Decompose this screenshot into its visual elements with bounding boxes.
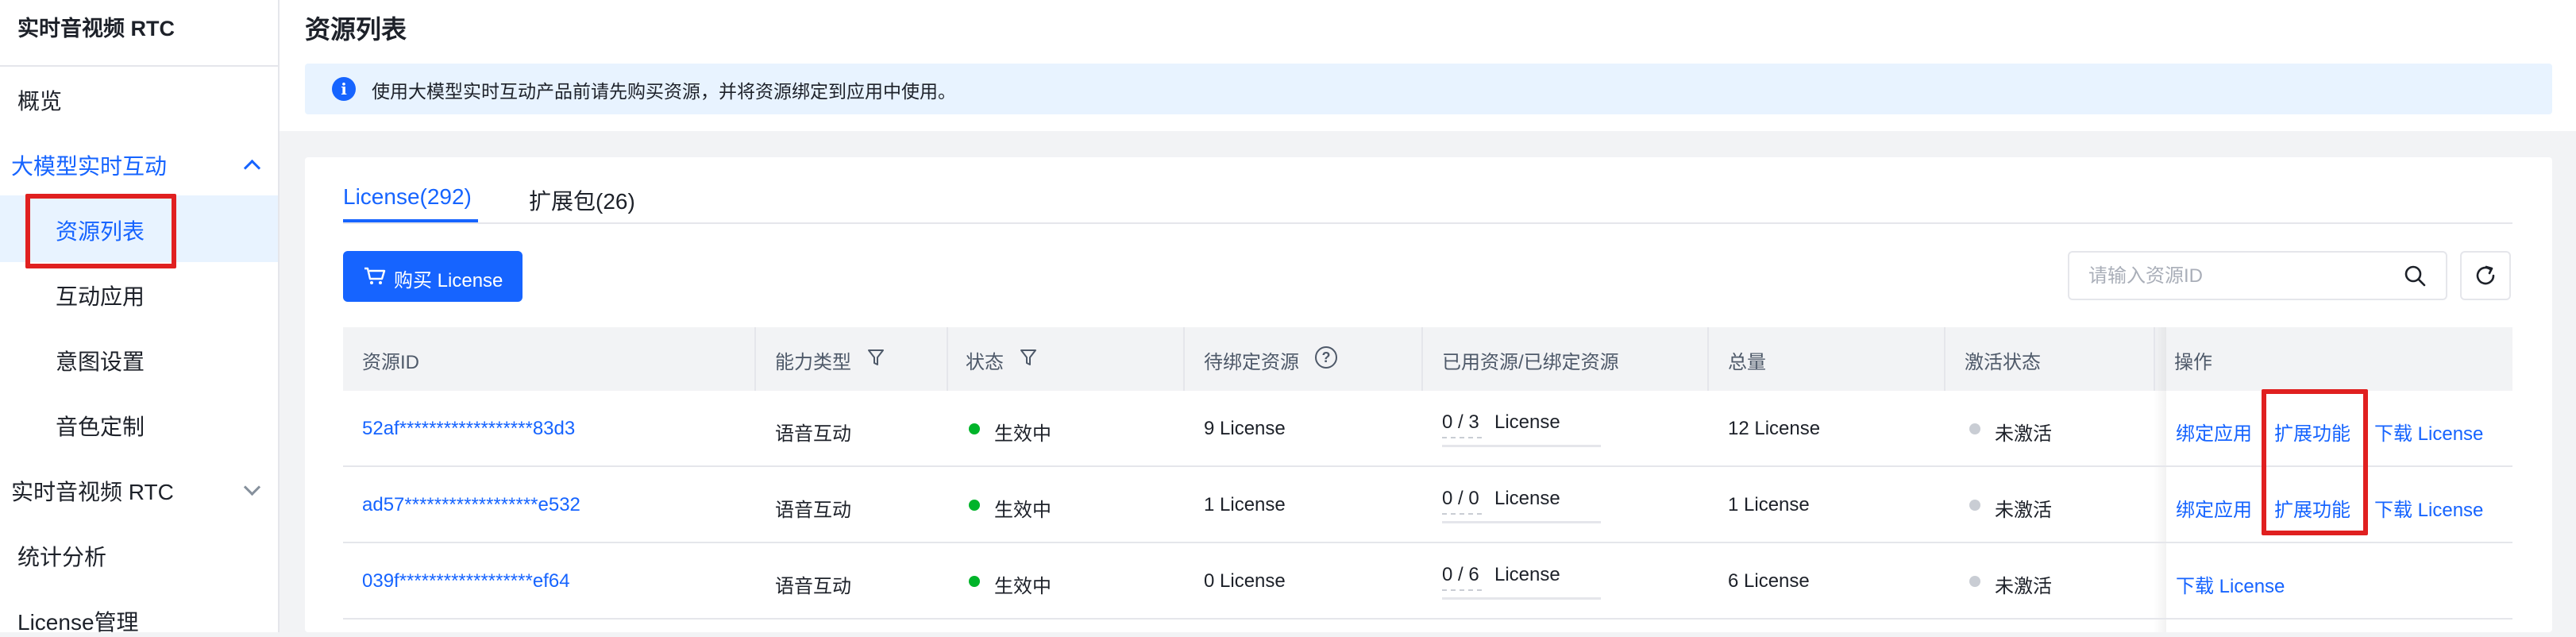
resource-card (305, 157, 2552, 632)
tab-active-indicator (343, 219, 478, 222)
sidebar-item-license-management[interactable]: License管理 (17, 605, 139, 637)
highlight-box-extend-feature (2262, 389, 2368, 535)
alert-text: 使用大模型实时互动产品前请先购买资源，并将资源绑定到应用中使用。 (372, 81, 956, 102)
activation-text: 未激活 (1995, 576, 2052, 597)
column-header-activation: 激活状态 (1965, 352, 2041, 373)
chevron-down-icon[interactable] (243, 478, 261, 496)
sticky-column-shadow (2154, 327, 2166, 632)
refresh-icon (2476, 265, 2495, 285)
sidebar-group-llm-realtime[interactable]: 大模型实时互动 (11, 149, 167, 181)
column-header-capability-type: 能力类型 (775, 352, 851, 373)
download-license-link[interactable]: 下载 License (2374, 494, 2483, 522)
sidebar-group-rtc[interactable]: 实时音视频 RTC (11, 475, 174, 507)
used-bound-value: 0 / 3 (1442, 411, 1479, 433)
sidebar-item-statistics[interactable]: 统计分析 (17, 540, 106, 572)
bind-app-link[interactable]: 绑定应用 (2176, 418, 2252, 446)
total-amount: 6 License (1728, 570, 1810, 592)
filter-icon[interactable] (867, 348, 885, 367)
sidebar-title: 实时音视频 RTC (17, 17, 175, 41)
activation-text: 未激活 (1995, 500, 2052, 521)
row-divider (343, 618, 2512, 620)
info-icon: i (332, 77, 356, 101)
sidebar-item-voice-customization[interactable]: 音色定制 (56, 410, 145, 442)
pending-resources: 9 License (1204, 418, 1286, 439)
page-title: 资源列表 (305, 15, 407, 44)
tab-divider (343, 222, 2512, 224)
sidebar-item-intent-settings[interactable]: 意图设置 (56, 345, 145, 376)
buy-license-button[interactable]: 购买 License (343, 251, 523, 302)
column-header-status: 状态 (966, 352, 1004, 373)
resource-id-link[interactable]: 039f******************ef64 (362, 570, 570, 593)
sidebar-divider (0, 65, 278, 67)
status-dot-active (969, 423, 980, 434)
buy-license-label: 购买 License (394, 270, 503, 291)
cart-icon (364, 267, 386, 284)
usage-dash (1442, 513, 1482, 515)
help-icon[interactable]: ? (1315, 346, 1337, 369)
capability-type: 语音互动 (775, 500, 851, 521)
chevron-up-icon[interactable] (243, 159, 261, 177)
total-amount: 12 License (1728, 418, 1821, 439)
sidebar-item-interactive-apps[interactable]: 互动应用 (56, 280, 145, 311)
column-separator (1707, 327, 1709, 391)
used-bound-unit: License (1494, 411, 1560, 433)
status-text: 生效中 (994, 423, 1051, 445)
activation-text: 未激活 (1995, 423, 2052, 445)
used-bound-unit: License (1494, 564, 1560, 585)
capability-type: 语音互动 (775, 576, 851, 597)
resource-id-link[interactable]: 52af******************83d3 (362, 418, 575, 440)
column-header-total: 总量 (1728, 352, 1766, 373)
tab-license[interactable]: License(292) (343, 184, 472, 210)
usage-bar (1442, 521, 1601, 523)
capability-type: 语音互动 (775, 423, 851, 445)
search-input[interactable] (2087, 262, 2392, 291)
used-bound-value: 0 / 0 (1442, 488, 1479, 509)
download-license-link[interactable]: 下载 License (2176, 570, 2285, 598)
used-bound-value: 0 / 6 (1442, 564, 1479, 585)
pending-resources: 1 License (1204, 494, 1286, 515)
column-header-used-bound: 已用资源/已绑定资源 (1442, 352, 1619, 373)
info-alert: i 使用大模型实时互动产品前请先购买资源，并将资源绑定到应用中使用。 (305, 64, 2552, 114)
usage-dash (1442, 589, 1482, 591)
total-amount: 1 License (1728, 494, 1810, 515)
status-text: 生效中 (994, 576, 1051, 597)
bind-app-link[interactable]: 绑定应用 (2176, 494, 2252, 522)
sidebar-item-overview[interactable]: 概览 (17, 84, 62, 116)
activation-dot-inactive (1969, 423, 1980, 434)
column-separator (754, 327, 756, 391)
row-divider (343, 542, 2512, 543)
usage-dash (1442, 437, 1482, 438)
column-separator (1421, 327, 1423, 391)
column-header-actions: 操作 (2174, 352, 2212, 373)
refresh-button[interactable] (2460, 251, 2511, 300)
status-dot-active (969, 500, 980, 511)
usage-bar (1442, 597, 1601, 600)
column-separator (947, 327, 948, 391)
resource-id-link[interactable]: ad57******************e532 (362, 494, 580, 516)
download-license-link[interactable]: 下载 License (2374, 418, 2483, 446)
status-text: 生效中 (994, 500, 1051, 521)
activation-dot-inactive (1969, 500, 1980, 511)
sidebar: 实时音视频 RTC 概览 大模型实时互动 资源列表 互动应用 意图设置 音色定制… (0, 0, 280, 635)
column-separator (1183, 327, 1185, 391)
column-header-pending-resources: 待绑定资源 (1204, 352, 1299, 373)
filter-icon[interactable] (1020, 348, 1037, 367)
usage-bar (1442, 445, 1601, 447)
pending-resources: 0 License (1204, 570, 1286, 592)
status-dot-active (969, 576, 980, 587)
activation-dot-inactive (1969, 576, 1980, 587)
column-header-resource-id: 资源ID (362, 352, 419, 373)
search-icon[interactable] (2403, 264, 2427, 288)
tab-extension-packs[interactable]: 扩展包(26) (529, 184, 635, 216)
used-bound-unit: License (1494, 488, 1560, 509)
search-box[interactable] (2068, 251, 2447, 300)
highlight-box-resource-list (25, 194, 176, 268)
column-separator (1944, 327, 1945, 391)
row-divider (343, 465, 2512, 467)
